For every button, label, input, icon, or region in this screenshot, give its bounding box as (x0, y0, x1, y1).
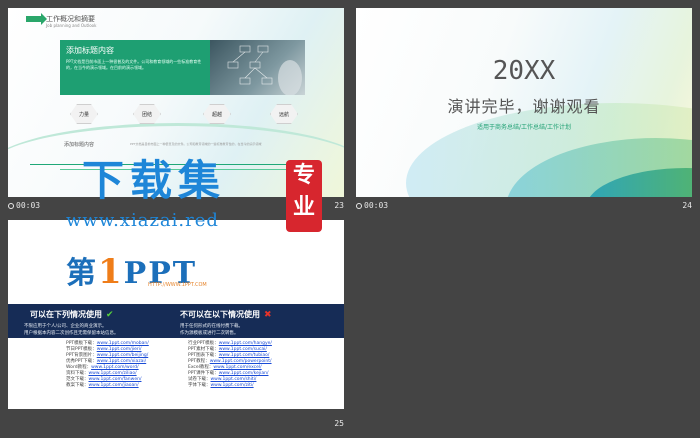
resource-link[interactable]: www.1ppt.com/moban/ (97, 341, 149, 346)
slide-thumbnail-24[interactable]: 20XX 演讲完毕，谢谢观看 适用于商务总结/工作总结/工作计划 (356, 8, 692, 197)
check-icon: ✔ (106, 310, 114, 320)
network-diagram-icon (227, 45, 302, 96)
content-box: 添加标题内容 PPT文档是目前市面上一种很普及的文件。公司和教育领域的一些标准教… (60, 40, 210, 95)
resource-link[interactable]: www.1ppt.com/kejian/ (219, 371, 269, 376)
logo-char: 第 (66, 256, 98, 291)
resource-link[interactable]: www.1ppt.com/sucai/ (219, 347, 267, 352)
resource-link[interactable]: www.1ppt.com/xiazai/ (97, 359, 147, 364)
business-photo (210, 40, 305, 96)
slide-meta-24: 00:03 24 (356, 200, 692, 212)
slide-number: 24 (682, 201, 692, 210)
watermark-seal: 专业 (286, 160, 322, 232)
watermark-url: www.xiazai.red (66, 210, 219, 231)
resource-link[interactable]: www.1ppt.com/fanwen/ (89, 377, 142, 382)
slide-timing: 00:03 (16, 201, 41, 210)
content-box-title: 添加标题内容 (66, 46, 114, 55)
bottom-text: PPT文档是目前市面上一种很普及的文件。公司和教育领域的一些标准教育性的，在当今… (130, 142, 262, 146)
slide-meta-25: 25 (8, 418, 344, 430)
can-rule-1: 不限应用于个人/公司、企业的商业演示。 (24, 324, 107, 329)
slide-thumbnail-25[interactable]: 第1PPT HTTP://WWW.1PPT.COM 可以在下列情况使用 ✔ 不可以… (8, 220, 344, 409)
content-box-text: PPT文档是目前市面上一种很普及的文件。公司和教育领域的一些标准教育性的，在当今… (66, 59, 202, 70)
resource-link[interactable]: www.1ppt.com/ziti/ (211, 383, 254, 388)
logo-number: 1 (98, 252, 124, 292)
resource-link[interactable]: www.1ppt.com/jieri/ (97, 347, 142, 352)
resource-link[interactable]: www.1ppt.com/ziliao/ (89, 371, 137, 376)
slide-year: 20XX (492, 56, 556, 86)
cannot-rule-2: 作为源模板或进行二次转售。 (180, 331, 239, 336)
clock-icon (8, 203, 14, 209)
list-item: 字体下载：www.1ppt.com/ziti/ (188, 383, 254, 388)
cross-icon: ✖ (264, 310, 272, 320)
slide-timing: 00:03 (364, 201, 389, 210)
clock-icon (356, 203, 362, 209)
link-list-left: PPT模板下载：www.1ppt.com/moban/ 节日PPT模板：www.… (66, 341, 149, 389)
can-rule-2: 用户根据本内容二次创作且无需保留本站信息。 (24, 331, 119, 336)
slide-number: 25 (334, 419, 344, 428)
arrow-icon (26, 13, 47, 25)
slide-header-subtitle: Job planning and Outlook (46, 23, 97, 28)
thanks-subtitle: 适用于商务总结/工作总结/工作计划 (476, 124, 572, 131)
resource-link[interactable]: www.1ppt.com/powerpoint/ (210, 359, 272, 364)
resource-link[interactable]: www.1ppt.com/jiaoan/ (89, 383, 139, 388)
resource-link[interactable]: www.1ppt.com/tubiao/ (219, 353, 270, 358)
watermark-text: 下载集 (82, 156, 227, 205)
link-list-right: 行业PPT模板：www.1ppt.com/hangye/ PPT素材下载：www… (188, 341, 272, 389)
cannot-use-title: 不可以在以下情况使用 ✖ (180, 310, 272, 320)
slide-number: 23 (334, 201, 344, 210)
resource-link[interactable]: www.1ppt.com/excel/ (213, 365, 261, 370)
logo-url: HTTP://WWW.1PPT.COM (148, 282, 207, 288)
resource-link[interactable]: www.1ppt.com/hangye/ (219, 341, 272, 346)
resource-link[interactable]: www.1ppt.com/word/ (91, 365, 139, 370)
site-logo: 第1PPT HTTP://WWW.1PPT.COM (66, 248, 207, 292)
thanks-heading: 演讲完毕，谢谢观看 (447, 97, 601, 116)
resource-link[interactable]: www.1ppt.com/beijing/ (97, 353, 149, 358)
list-item: 教案下载：www.1ppt.com/jiaoan/ (66, 383, 139, 388)
cannot-rule-1: 用于任何形式的在线付费下载。 (180, 324, 243, 329)
resource-link[interactable]: www.1ppt.com/shiti/ (211, 377, 257, 382)
can-use-title: 可以在下列情况使用 ✔ (30, 310, 114, 320)
